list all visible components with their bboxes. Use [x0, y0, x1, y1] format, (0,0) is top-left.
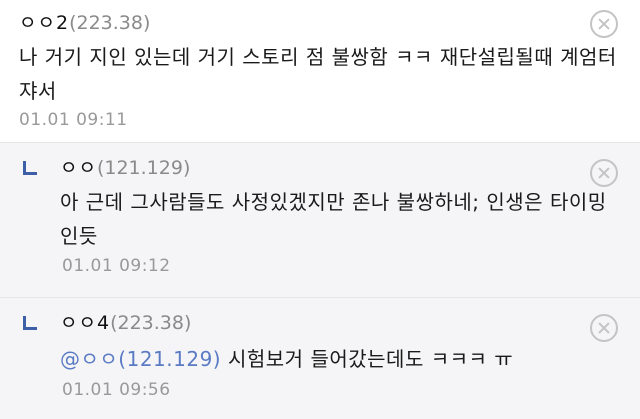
- reply-item: ㅇㅇ4 (223.38) @ㅇㅇ(121.129) 시험보거 들어갔는데도 ㅋㅋ…: [0, 298, 640, 419]
- comment-time: 01.01 09:11: [19, 110, 128, 130]
- comment-time: 01.01 09:12: [62, 256, 171, 276]
- comment-time: 01.01 09:56: [62, 380, 171, 400]
- reply-arrow-icon: [23, 316, 37, 330]
- comment-text-body: 시험보거 들어갔는데도 ㅋㅋㅋ ㅠ: [221, 347, 514, 371]
- mention-link[interactable]: @ㅇㅇ(121.129): [60, 347, 221, 371]
- comment-text: 나 거기 지인 있는데 거기 스토리 점 불쌍함 ㅋㅋ 재단설립될때 계엄터쟈서: [19, 45, 617, 103]
- delete-circle-x-icon[interactable]: [590, 314, 618, 342]
- reply-arrow-icon: [23, 161, 37, 175]
- comment-header: ㅇㅇ4 (223.38): [60, 308, 191, 335]
- comment-ip: (223.38): [69, 12, 151, 34]
- comment-nickname[interactable]: ㅇㅇ2: [19, 8, 69, 35]
- comment-header: ㅇㅇ2 (223.38): [19, 8, 150, 35]
- comment-item: ㅇㅇ2 (223.38) 나 거기 지인 있는데 거기 스토리 점 불쌍함 ㅋㅋ…: [0, 0, 640, 143]
- delete-circle-x-icon[interactable]: [590, 159, 618, 187]
- delete-circle-x-icon[interactable]: [590, 10, 618, 38]
- comment-ip: (121.129): [96, 157, 191, 179]
- comment-ip: (223.38): [110, 312, 192, 334]
- comment-header: ㅇㅇ (121.129): [60, 153, 190, 180]
- comment-text: @ㅇㅇ(121.129) 시험보거 들어갔는데도 ㅋㅋㅋ ㅠ: [60, 342, 610, 376]
- comment-nickname[interactable]: ㅇㅇ: [60, 153, 97, 180]
- comment-text: 아 근데 그사람들도 사정있겠지만 존나 불쌍하네; 인생은 타이밍인듯: [60, 190, 607, 248]
- comment-nickname[interactable]: ㅇㅇ4: [60, 308, 110, 335]
- reply-item: ㅇㅇ (121.129) 아 근데 그사람들도 사정있겠지만 존나 불쌍하네; …: [0, 143, 640, 298]
